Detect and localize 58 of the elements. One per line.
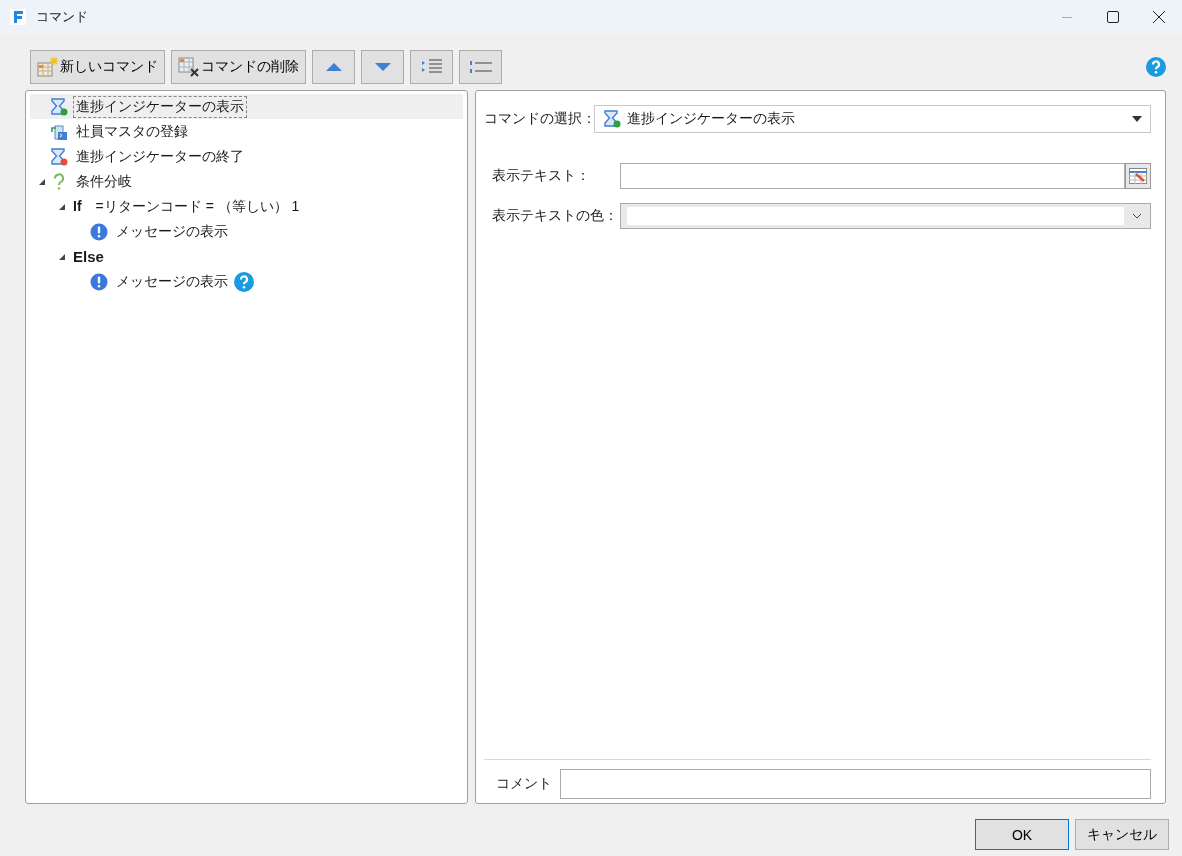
exclamation-icon bbox=[90, 222, 108, 241]
tree-item-label: If =リターンコード = （等しい） 1 bbox=[72, 196, 301, 216]
delete-grid-icon bbox=[178, 57, 200, 77]
command-select-label: コマンドの選択： bbox=[484, 110, 594, 128]
indent-button[interactable] bbox=[410, 50, 453, 84]
caret-icon bbox=[1132, 116, 1142, 122]
table-picker-icon bbox=[1129, 168, 1147, 184]
dialog-button[interactable]: OK bbox=[975, 819, 1069, 850]
command-select-dropdown[interactable]: 進捗インジケーターの表示 bbox=[594, 105, 1151, 133]
terminal-icon bbox=[50, 122, 68, 141]
up-button[interactable] bbox=[312, 50, 355, 84]
tree-row[interactable]: 進捗インジケーターの表示 bbox=[30, 94, 463, 119]
down-button[interactable] bbox=[361, 50, 404, 84]
field-label: 表示テキストの色： bbox=[492, 207, 619, 225]
close-icon[interactable] bbox=[1153, 11, 1165, 23]
tree-item-label: 進捗インジケーターの終了 bbox=[75, 146, 245, 166]
tree-item-label: 進捗インジケーターの表示 bbox=[73, 95, 247, 118]
hourglass-icon bbox=[50, 147, 68, 166]
tree-row[interactable]: 進捗インジケーターの終了 bbox=[30, 144, 463, 169]
up-arrow-icon bbox=[325, 62, 342, 72]
input-field[interactable] bbox=[620, 163, 1125, 189]
collapse-triangle-icon[interactable] bbox=[38, 177, 46, 186]
tree-row[interactable]: If =リターンコード = （等しい） 1 bbox=[30, 194, 463, 219]
comment-field[interactable] bbox=[560, 769, 1151, 799]
tree-item-label: メッセージの表示 bbox=[115, 271, 229, 291]
down-arrow-icon bbox=[374, 62, 391, 72]
tree-item-label: メッセージの表示 bbox=[115, 221, 229, 241]
tree-item-label: 社員マスタの登録 bbox=[75, 121, 189, 141]
field-label: 表示テキスト： bbox=[492, 167, 591, 185]
help-icon[interactable] bbox=[1146, 57, 1166, 77]
new-grid-icon bbox=[37, 57, 59, 77]
tree-row[interactable]: Else bbox=[30, 244, 463, 269]
tree-row[interactable]: メッセージの表示 bbox=[30, 269, 463, 294]
tree-item-label: 条件分岐 bbox=[75, 171, 133, 191]
tree-item-label: Else bbox=[72, 247, 105, 267]
delete-button[interactable]: コマンドの削除 bbox=[171, 50, 306, 84]
color-dropdown[interactable] bbox=[620, 203, 1151, 229]
collapse-triangle-icon[interactable] bbox=[58, 202, 66, 211]
tree-row[interactable]: 条件分岐 bbox=[30, 169, 463, 194]
minimize-icon[interactable] bbox=[1062, 16, 1072, 18]
chevron-down-icon bbox=[1133, 213, 1141, 219]
field-picker-button[interactable] bbox=[1125, 163, 1151, 189]
exclamation-icon bbox=[90, 272, 108, 291]
tree-row[interactable]: メッセージの表示 bbox=[30, 219, 463, 244]
indent-icon bbox=[421, 59, 442, 75]
hourglass-icon bbox=[603, 110, 621, 128]
maximize-icon[interactable] bbox=[1107, 11, 1119, 23]
hourglass-icon bbox=[50, 97, 68, 116]
dialog-button[interactable]: キャンセル bbox=[1075, 819, 1169, 850]
list-icon bbox=[469, 61, 492, 73]
tree-row[interactable]: 社員マスタの登録 bbox=[30, 119, 463, 144]
new-button[interactable]: 新しいコマンド bbox=[30, 50, 165, 84]
window-title: コマンド bbox=[36, 8, 88, 26]
help-icon[interactable] bbox=[234, 271, 254, 292]
app-logo-icon bbox=[10, 9, 26, 25]
comment-label: コメント bbox=[496, 775, 553, 793]
collapse-triangle-icon[interactable] bbox=[58, 252, 66, 261]
outdent-button[interactable] bbox=[459, 50, 502, 84]
